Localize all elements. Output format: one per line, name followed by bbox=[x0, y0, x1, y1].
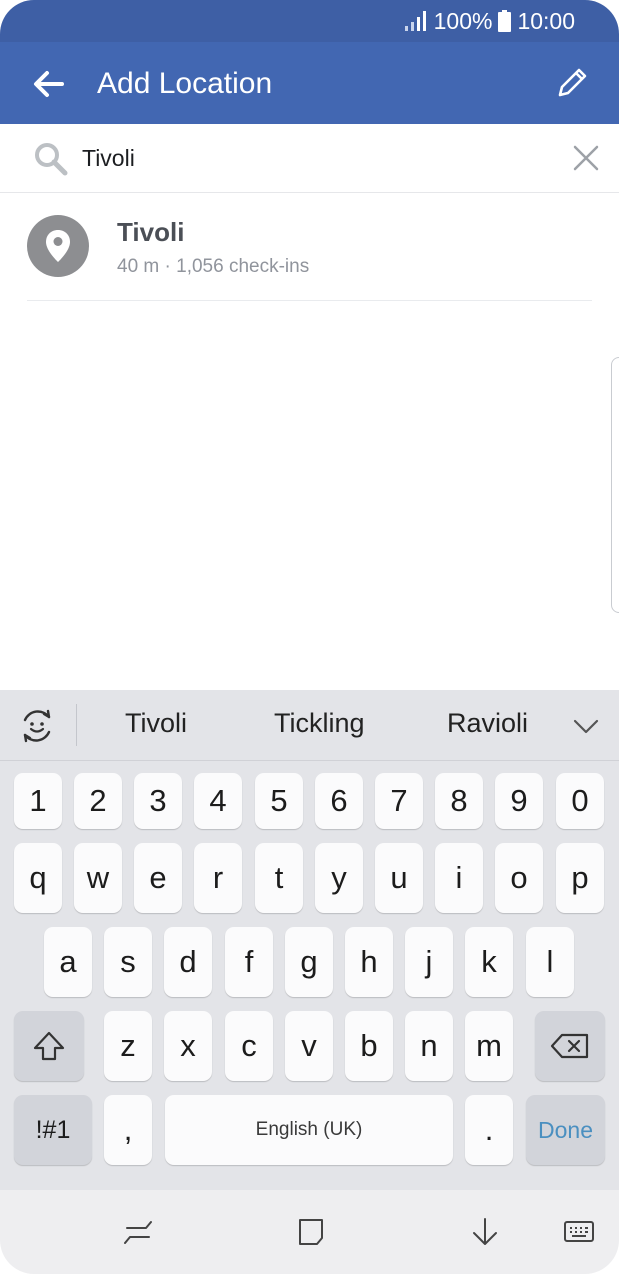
search-input[interactable] bbox=[82, 138, 552, 178]
key-j[interactable]: j bbox=[405, 927, 453, 997]
back-button[interactable] bbox=[28, 64, 68, 104]
key-n[interactable]: n bbox=[405, 1011, 453, 1081]
status-bar: 100% 10:00 bbox=[0, 0, 619, 42]
place-name: Tivoli bbox=[117, 217, 185, 247]
hide-keyboard-button[interactable] bbox=[463, 1212, 507, 1252]
key-z[interactable]: z bbox=[104, 1011, 152, 1081]
keyboard-icon bbox=[564, 1221, 594, 1242]
emoji-refresh-icon[interactable] bbox=[17, 706, 57, 746]
key-9[interactable]: 9 bbox=[495, 773, 543, 829]
key-c[interactable]: c bbox=[225, 1011, 273, 1081]
suggestion-bar: Tivoli Tickling Ravioli bbox=[0, 690, 619, 761]
key-1[interactable]: 1 bbox=[14, 773, 62, 829]
place-avatar bbox=[27, 215, 89, 277]
status-indicators: 100% 10:00 bbox=[404, 7, 575, 35]
key-r[interactable]: r bbox=[194, 843, 242, 913]
suggestion-3[interactable]: Ravioli bbox=[447, 708, 528, 739]
hide-keyboard-icon bbox=[473, 1218, 497, 1245]
clock: 10:00 bbox=[517, 7, 575, 34]
key-s[interactable]: s bbox=[104, 927, 152, 997]
backspace-icon bbox=[550, 1033, 589, 1059]
battery-icon bbox=[498, 10, 512, 32]
search-icon bbox=[35, 143, 68, 176]
comma-key[interactable]: , bbox=[104, 1095, 152, 1165]
home-icon bbox=[299, 1219, 323, 1245]
key-5[interactable]: 5 bbox=[255, 773, 303, 829]
suggestion-divider bbox=[76, 704, 77, 746]
key-a[interactable]: a bbox=[44, 927, 92, 997]
app-bar: Add Location bbox=[0, 42, 619, 124]
key-f[interactable]: f bbox=[225, 927, 273, 997]
close-icon bbox=[573, 145, 599, 171]
search-bar bbox=[0, 124, 619, 193]
edit-button[interactable] bbox=[551, 62, 593, 104]
key-b[interactable]: b bbox=[345, 1011, 393, 1081]
location-pin-icon bbox=[46, 230, 70, 262]
clear-search-button[interactable] bbox=[570, 142, 602, 174]
scroll-indicator[interactable] bbox=[611, 357, 619, 613]
battery-percent: 100% bbox=[433, 7, 493, 34]
key-l[interactable]: l bbox=[526, 927, 574, 997]
key-h[interactable]: h bbox=[345, 927, 393, 997]
suggestion-2[interactable]: Tickling bbox=[274, 708, 365, 739]
key-u[interactable]: u bbox=[375, 843, 423, 913]
keyboard: Tivoli Tickling Ravioli 1 2 3 4 5 6 7 8 … bbox=[0, 690, 619, 1190]
key-7[interactable]: 7 bbox=[375, 773, 423, 829]
key-w[interactable]: w bbox=[74, 843, 122, 913]
key-e[interactable]: e bbox=[134, 843, 182, 913]
key-q[interactable]: q bbox=[14, 843, 62, 913]
key-0[interactable]: 0 bbox=[556, 773, 604, 829]
shift-key[interactable] bbox=[14, 1011, 84, 1081]
key-g[interactable]: g bbox=[285, 927, 333, 997]
shift-icon bbox=[33, 1031, 65, 1061]
place-meta: 40 m · 1,056 check-ins bbox=[117, 256, 310, 277]
space-key[interactable]: English (UK) bbox=[165, 1095, 453, 1165]
key-2[interactable]: 2 bbox=[74, 773, 122, 829]
back-arrow-icon bbox=[34, 71, 64, 97]
result-divider bbox=[27, 300, 592, 301]
key-x[interactable]: x bbox=[164, 1011, 212, 1081]
home-button[interactable] bbox=[289, 1212, 333, 1252]
period-key[interactable]: . bbox=[465, 1095, 513, 1165]
done-key[interactable]: Done bbox=[526, 1095, 605, 1165]
pencil-icon bbox=[558, 68, 587, 97]
backspace-key[interactable] bbox=[535, 1011, 605, 1081]
key-v[interactable]: v bbox=[285, 1011, 333, 1081]
key-d[interactable]: d bbox=[164, 927, 212, 997]
key-3[interactable]: 3 bbox=[134, 773, 182, 829]
signal-icon bbox=[404, 11, 426, 31]
key-k[interactable]: k bbox=[465, 927, 513, 997]
location-result[interactable]: Tivoli 40 m · 1,056 check-ins bbox=[0, 193, 619, 301]
key-8[interactable]: 8 bbox=[435, 773, 483, 829]
symbols-key[interactable]: !#1 bbox=[14, 1095, 92, 1165]
key-p[interactable]: p bbox=[556, 843, 604, 913]
keyboard-switch-button[interactable] bbox=[557, 1212, 601, 1252]
navigation-bar bbox=[0, 1190, 619, 1274]
suggestion-1[interactable]: Tivoli bbox=[125, 708, 187, 739]
key-t[interactable]: t bbox=[255, 843, 303, 913]
key-o[interactable]: o bbox=[495, 843, 543, 913]
chevron-down-icon[interactable] bbox=[572, 712, 600, 740]
key-y[interactable]: y bbox=[315, 843, 363, 913]
key-4[interactable]: 4 bbox=[194, 773, 242, 829]
key-i[interactable]: i bbox=[435, 843, 483, 913]
recent-apps-icon bbox=[124, 1221, 152, 1244]
key-m[interactable]: m bbox=[465, 1011, 513, 1081]
key-6[interactable]: 6 bbox=[315, 773, 363, 829]
page-title: Add Location bbox=[97, 67, 273, 100]
phone-screen: 100% 10:00 Add Location Tivoli Tivoli 40… bbox=[0, 0, 619, 1274]
recent-apps-button[interactable] bbox=[116, 1212, 160, 1252]
